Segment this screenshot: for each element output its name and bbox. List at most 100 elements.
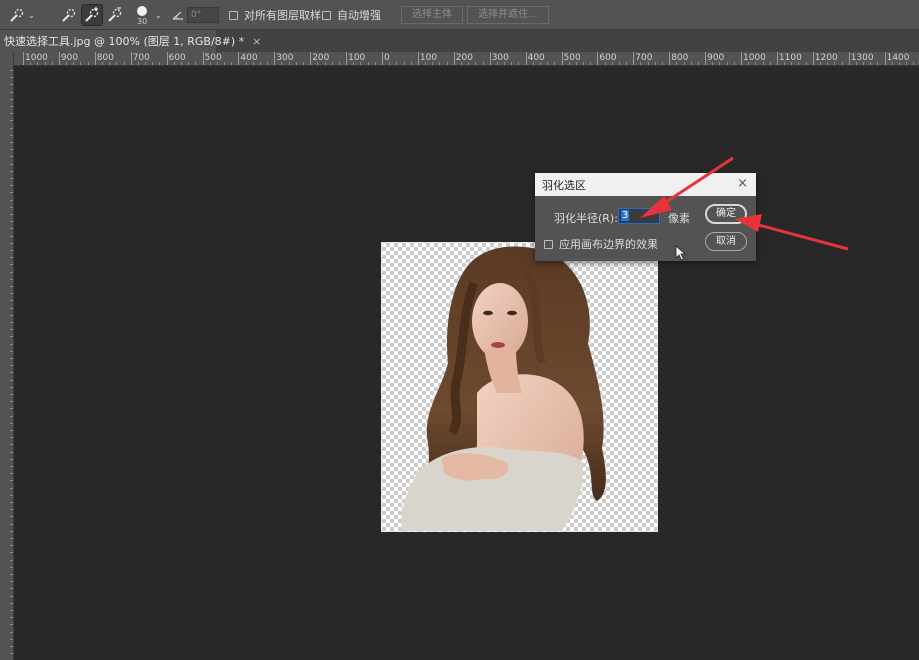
- ruler-minor-tick: [10, 480, 13, 482]
- brush-size-value: 30: [137, 17, 148, 26]
- ruler-minor-tick: [762, 62, 764, 65]
- select-subject-button[interactable]: 选择主体: [401, 6, 463, 24]
- auto-enhance-checkbox[interactable]: 自动增强: [322, 0, 381, 30]
- horizontal-ruler[interactable]: 1000 900 800 700 600 500 400 300 200 100 0 100 200 30…: [14, 52, 919, 66]
- close-icon[interactable]: ×: [737, 176, 748, 191]
- ruler-minor-tick: [10, 624, 13, 626]
- ruler-minor-tick: [10, 70, 13, 71]
- apply-canvas-bounds-checkbox[interactable]: 应用画布边界的效果: [544, 236, 658, 252]
- ruler-minor-tick: [10, 185, 13, 187]
- select-and-mask-button[interactable]: 选择并遮住...: [467, 6, 549, 24]
- ruler-major-tick: [23, 52, 24, 65]
- ruler-minor-tick: [288, 62, 290, 65]
- ruler-minor-tick: [10, 307, 13, 309]
- ruler-minor-tick: [10, 257, 13, 259]
- ruler-minor-tick: [805, 62, 807, 65]
- ruler-minor-tick: [662, 62, 664, 65]
- feather-radius-input[interactable]: 3: [618, 208, 660, 224]
- ruler-minor-tick: [10, 300, 13, 302]
- add-to-selection-mode-button[interactable]: [81, 4, 103, 26]
- ruler-tick-label: 700: [635, 53, 653, 63]
- ruler-minor-tick: [10, 228, 13, 230]
- ruler-minor-tick: [10, 430, 13, 431]
- ruler-minor-tick: [10, 293, 13, 295]
- ruler-minor-tick: [791, 62, 793, 65]
- ruler-minor-tick: [10, 221, 13, 223]
- ruler-minor-tick: [10, 250, 13, 251]
- ruler-major-tick: [848, 52, 850, 65]
- checkbox-box[interactable]: [322, 10, 331, 20]
- ok-button[interactable]: 确定: [705, 204, 747, 224]
- tool-preset-picker[interactable]: ⌄: [6, 0, 35, 30]
- ruler-minor-tick: [460, 62, 462, 65]
- ruler-minor-tick: [10, 559, 13, 561]
- dialog-title-bar[interactable]: 羽化选区 ×: [535, 173, 756, 196]
- checkbox-box[interactable]: [544, 239, 553, 249]
- ruler-tick-label: 600: [168, 53, 186, 63]
- ruler-minor-tick: [374, 62, 376, 65]
- ruler-major-tick: [130, 52, 132, 65]
- ruler-major-tick: [202, 52, 204, 65]
- ruler-minor-tick: [109, 62, 111, 65]
- brush-tip-icon: [137, 6, 147, 16]
- ruler-major-tick: [776, 52, 778, 65]
- ruler-minor-tick: [10, 278, 13, 280]
- ruler-minor-tick: [80, 62, 82, 65]
- ruler-minor-tick: [10, 386, 13, 388]
- new-selection-mode-button[interactable]: [58, 4, 80, 26]
- ruler-minor-tick: [10, 458, 13, 460]
- ruler-major-tick: [741, 52, 742, 65]
- checkbox-box[interactable]: [229, 10, 238, 20]
- ruler-minor-tick: [697, 62, 699, 65]
- ruler-minor-tick: [10, 638, 13, 640]
- ruler-minor-tick: [10, 235, 13, 237]
- ruler-major-tick: [274, 52, 276, 65]
- ruler-minor-tick: [252, 62, 254, 65]
- ruler-minor-tick: [10, 264, 13, 266]
- ruler-tick-label: 900: [707, 53, 725, 63]
- ruler-minor-tick: [10, 214, 13, 215]
- ruler-minor-tick: [855, 62, 857, 65]
- subtract-from-selection-mode-button[interactable]: [104, 4, 126, 26]
- ruler-minor-tick: [10, 545, 13, 547]
- ruler-minor-tick: [317, 62, 319, 65]
- options-bar: ⌄ 30 ⌄ 0° 对所有图层取样 自动增强 选择主体 选择并遮住...: [0, 0, 919, 30]
- ruler-minor-tick: [10, 523, 13, 525]
- ruler-minor-tick: [10, 401, 13, 403]
- ruler-major-tick: [884, 52, 886, 65]
- ruler-major-tick: [166, 52, 168, 65]
- document-canvas-image[interactable]: [381, 242, 658, 532]
- chevron-down-icon[interactable]: ⌄: [155, 11, 162, 20]
- ruler-minor-tick: [10, 509, 13, 511]
- close-icon[interactable]: ×: [252, 35, 261, 48]
- ruler-minor-tick: [338, 62, 340, 65]
- sample-all-layers-checkbox[interactable]: 对所有图层取样: [229, 0, 321, 30]
- ruler-minor-tick: [10, 271, 13, 273]
- ruler-minor-tick: [216, 62, 218, 65]
- ruler-minor-tick: [10, 142, 13, 143]
- ruler-minor-tick: [10, 595, 13, 597]
- ruler-minor-tick: [819, 62, 821, 65]
- ruler-minor-tick: [245, 62, 247, 65]
- auto-enhance-label: 自动增强: [337, 9, 381, 22]
- ruler-minor-tick: [554, 62, 556, 65]
- ruler-minor-tick: [827, 62, 829, 65]
- ruler-minor-tick: [10, 365, 13, 367]
- document-tab[interactable]: 快速选择工具.jpg @ 100% (图层 1, RGB/8#) * ×: [0, 30, 261, 52]
- ruler-minor-tick: [10, 502, 13, 503]
- ruler-minor-tick: [10, 602, 13, 604]
- angle-input[interactable]: 0°: [187, 7, 219, 23]
- document-tab-title: 快速选择工具.jpg @ 100% (图层 1, RGB/8#) *: [4, 35, 245, 48]
- ruler-minor-tick: [568, 62, 570, 65]
- ruler-minor-tick: [834, 62, 836, 65]
- ruler-minor-tick: [10, 566, 13, 568]
- ruler-minor-tick: [898, 62, 900, 65]
- ruler-major-tick: [597, 52, 599, 65]
- ruler-minor-tick: [891, 62, 893, 65]
- ruler-minor-tick: [690, 62, 692, 65]
- cancel-button[interactable]: 取消: [705, 232, 747, 251]
- vertical-ruler[interactable]: [0, 52, 14, 660]
- ruler-tick-label: 300: [276, 53, 294, 63]
- ruler-minor-tick: [195, 62, 197, 65]
- ruler-minor-tick: [51, 62, 53, 65]
